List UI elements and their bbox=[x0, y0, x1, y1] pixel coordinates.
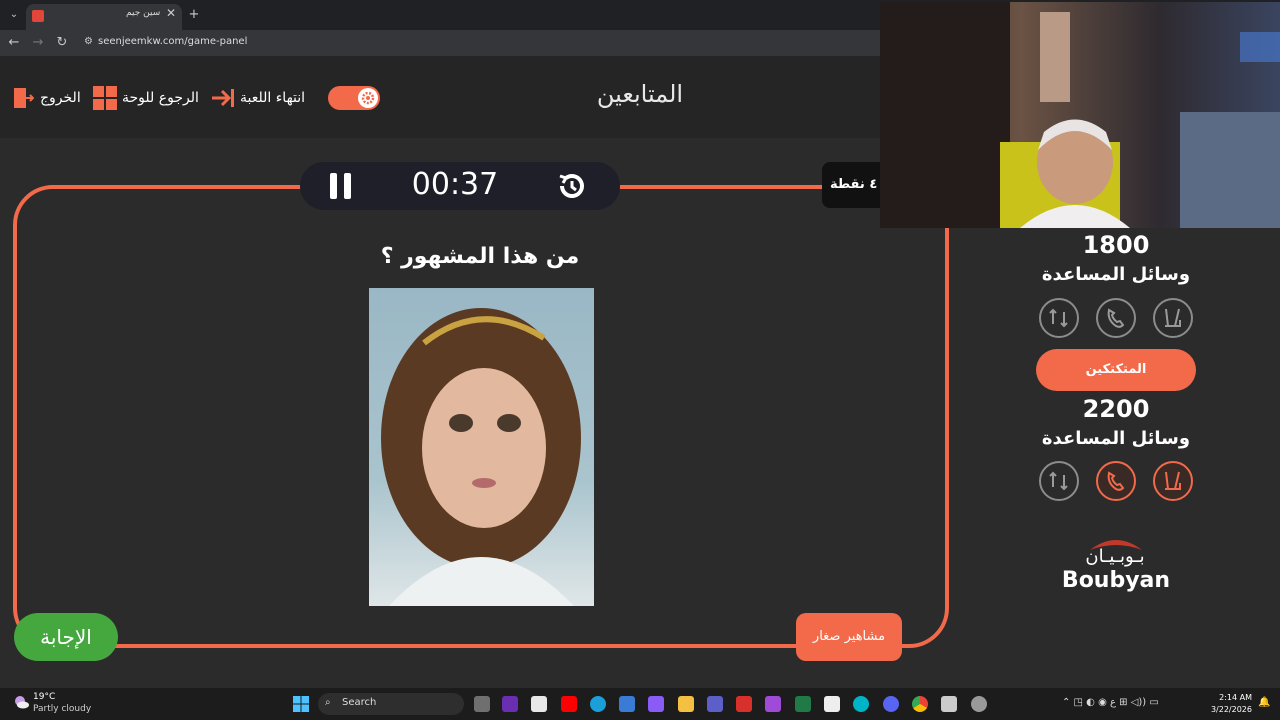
category-tag: مشاهير صغار bbox=[796, 613, 902, 661]
youtube-icon[interactable] bbox=[561, 696, 577, 712]
app-icon-3[interactable] bbox=[824, 696, 840, 712]
new-tab-button[interactable]: + bbox=[184, 3, 204, 27]
team2-aids-label: وسائل المساعدة bbox=[1041, 428, 1191, 449]
app-icon-5[interactable] bbox=[971, 696, 987, 712]
reload-icon[interactable]: ↻ bbox=[52, 31, 72, 55]
store-icon[interactable] bbox=[619, 696, 635, 712]
exit-door-icon bbox=[12, 86, 35, 110]
clock-date[interactable]: 3/22/2026 bbox=[1208, 705, 1252, 714]
start-button-icon[interactable] bbox=[293, 696, 309, 716]
explorer-icon[interactable] bbox=[678, 696, 694, 712]
team2-call-aid-icon[interactable] bbox=[1096, 461, 1136, 501]
wps-icon[interactable] bbox=[736, 696, 752, 712]
team2-two-answers-aid-icon[interactable] bbox=[1153, 461, 1193, 501]
canva-icon[interactable] bbox=[853, 696, 869, 712]
end-game-button[interactable]: انتهاء اللعبة bbox=[210, 86, 320, 110]
tab-search-icon[interactable]: ⌄ bbox=[4, 3, 24, 27]
team1-call-aid-icon[interactable] bbox=[1096, 298, 1136, 338]
weather-icon[interactable] bbox=[12, 694, 30, 710]
end-game-label: انتهاء اللعبة bbox=[240, 90, 306, 106]
question-image bbox=[369, 288, 594, 606]
page-title: المتابعين bbox=[596, 80, 684, 108]
question-text: من هذا المشهور ؟ bbox=[380, 244, 580, 269]
weather-temp: 19°C bbox=[33, 692, 56, 702]
address-bar[interactable]: seenjeemkw.com/game-panel bbox=[98, 33, 247, 51]
answer-button[interactable]: الإجابة bbox=[14, 613, 118, 661]
team1-two-answers-aid-icon[interactable] bbox=[1153, 298, 1193, 338]
pause-icon[interactable] bbox=[328, 171, 354, 205]
search-icon: ⌕ bbox=[325, 697, 331, 708]
exit-button[interactable]: الخروج bbox=[12, 86, 84, 110]
sponsor-english-name: Boubyan bbox=[1061, 568, 1171, 593]
tab-close-icon[interactable]: ✕ bbox=[166, 6, 176, 20]
arrow-exit-icon bbox=[210, 86, 236, 114]
discord-icon[interactable] bbox=[883, 696, 899, 712]
tab-title: سين جيم bbox=[126, 8, 161, 18]
sponsor-arabic-name: بـوبـيـان bbox=[1085, 546, 1145, 567]
app-icon-4[interactable] bbox=[941, 696, 957, 712]
teams-icon[interactable] bbox=[707, 696, 723, 712]
copilot-icon[interactable] bbox=[648, 696, 664, 712]
app-icon-2[interactable] bbox=[765, 696, 781, 712]
back-to-board-button[interactable]: الرجوع للوحة bbox=[93, 86, 203, 110]
forward-icon[interactable]: → bbox=[28, 31, 48, 55]
timer-display: 00:37 bbox=[411, 167, 499, 202]
app-icon[interactable] bbox=[502, 696, 518, 712]
task-view-icon[interactable] bbox=[474, 696, 490, 712]
team1-score: 1800 bbox=[1082, 231, 1150, 259]
back-to-board-label: الرجوع للوحة bbox=[122, 90, 199, 106]
browser-tab[interactable]: سين جيم ✕ bbox=[26, 4, 182, 30]
back-icon[interactable]: ← bbox=[4, 31, 24, 55]
reset-timer-icon[interactable] bbox=[554, 168, 590, 208]
edge-icon[interactable] bbox=[590, 696, 606, 712]
gear-icon bbox=[358, 88, 378, 108]
team1-swap-aid-icon[interactable] bbox=[1039, 298, 1079, 338]
team2-name[interactable]: المتكتكين bbox=[1036, 349, 1196, 391]
team2-score: 2200 bbox=[1082, 395, 1150, 423]
grid-icon bbox=[93, 86, 117, 114]
clock-time[interactable]: 2:14 AM bbox=[1208, 693, 1252, 702]
team1-aids-label: وسائل المساعدة bbox=[1041, 264, 1191, 285]
weather-desc: Partly cloudy bbox=[33, 704, 92, 714]
capcut-icon[interactable] bbox=[531, 696, 547, 712]
excel-icon[interactable] bbox=[795, 696, 811, 712]
exit-label: الخروج bbox=[40, 90, 81, 106]
site-info-icon[interactable]: ⚙ bbox=[84, 36, 93, 47]
settings-toggle[interactable] bbox=[328, 86, 380, 110]
taskbar-search[interactable] bbox=[318, 693, 464, 715]
notification-icon[interactable]: 🔔 bbox=[1258, 697, 1270, 708]
webcam-overlay bbox=[880, 2, 1280, 228]
chrome-icon[interactable] bbox=[912, 696, 928, 712]
team2-swap-aid-icon[interactable] bbox=[1039, 461, 1079, 501]
search-label: Search bbox=[342, 697, 377, 708]
tab-favicon bbox=[32, 10, 44, 22]
system-tray-icons[interactable]: ⌃ ◳ ◐ ◉ ع ⊞ ◁)) ▭ bbox=[1062, 697, 1159, 708]
